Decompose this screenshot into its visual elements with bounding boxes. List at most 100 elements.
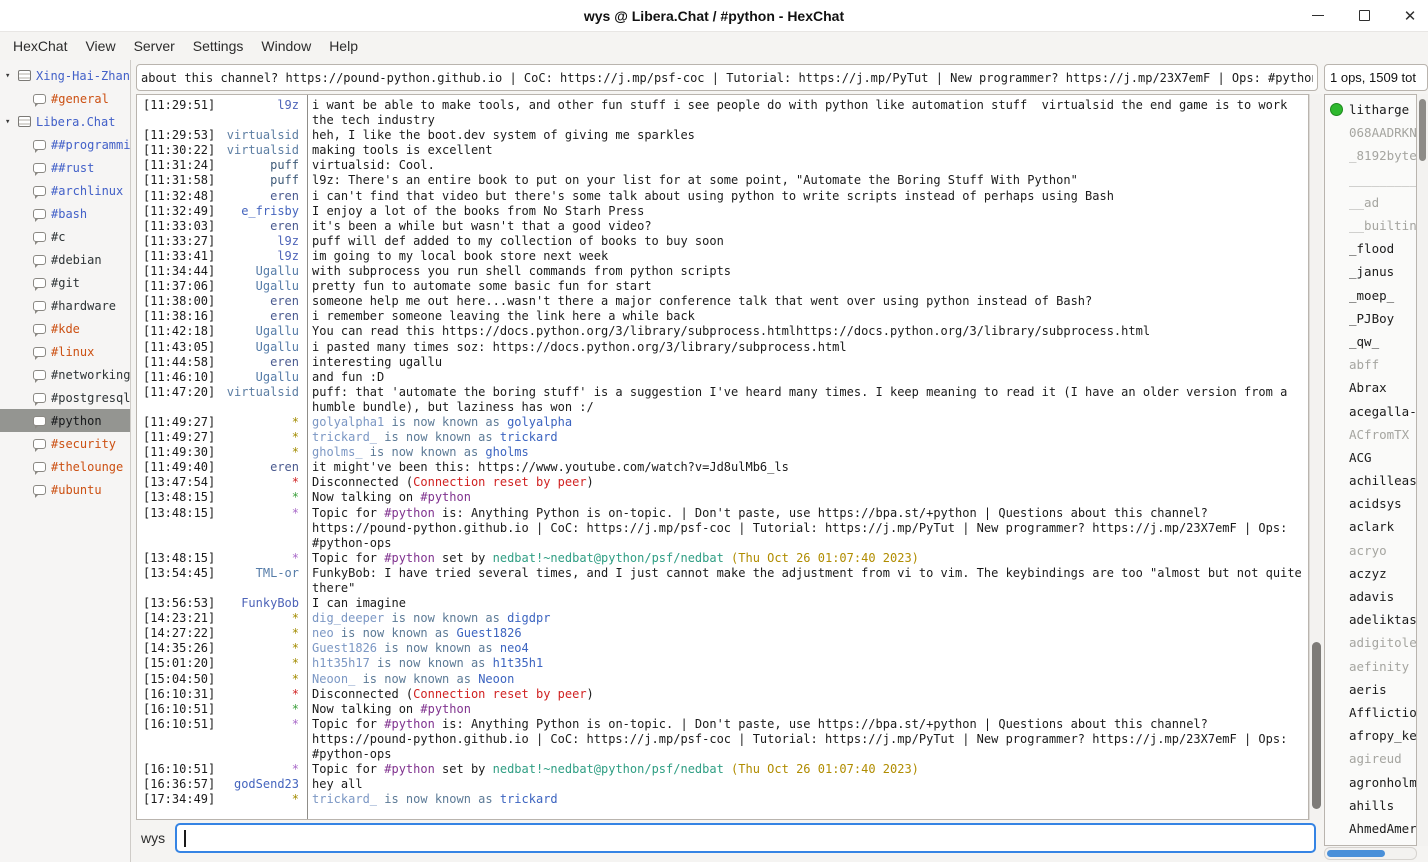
tree-channel-row[interactable]: #debian xyxy=(0,248,130,271)
user-list-item[interactable]: adigitole xyxy=(1325,631,1416,654)
nick[interactable]: * xyxy=(217,506,305,551)
user-list-item[interactable]: __________ xyxy=(1325,168,1416,191)
user-list-item[interactable]: ACG xyxy=(1325,446,1416,469)
nick[interactable]: * xyxy=(217,687,305,702)
menu-item-settings[interactable]: Settings xyxy=(184,35,253,57)
tree-channel-row[interactable]: #general xyxy=(0,87,130,110)
tree-channel-row[interactable]: #security xyxy=(0,432,130,455)
close-icon[interactable]: ✕ xyxy=(1398,4,1422,28)
nick[interactable]: * xyxy=(217,672,305,687)
topic-input[interactable] xyxy=(137,71,1317,85)
user-list-item[interactable]: afropy_ke xyxy=(1325,724,1416,747)
nick[interactable]: * xyxy=(217,611,305,626)
user-list-item[interactable]: aefinity xyxy=(1325,655,1416,678)
nick[interactable]: * xyxy=(217,415,305,430)
nick[interactable]: eren xyxy=(217,219,305,234)
user-list-item[interactable]: acegalla- xyxy=(1325,399,1416,422)
user-list-item[interactable]: _PJBoy xyxy=(1325,307,1416,330)
nick[interactable]: Ugallu xyxy=(217,370,305,385)
nick[interactable]: l9z xyxy=(217,98,305,128)
tree-channel-row[interactable]: #networking xyxy=(0,363,130,386)
nick[interactable]: * xyxy=(217,445,305,460)
nick[interactable]: virtualsid xyxy=(217,385,305,415)
nick[interactable]: eren xyxy=(217,460,305,475)
user-list-vscroll-thumb[interactable] xyxy=(1419,99,1426,161)
user-list-item[interactable]: ahills xyxy=(1325,794,1416,817)
nick[interactable]: puff xyxy=(217,173,305,188)
menu-item-hexchat[interactable]: HexChat xyxy=(4,35,76,57)
tree-channel-row[interactable]: #archlinux xyxy=(0,179,130,202)
user-list-item[interactable]: _moep_ xyxy=(1325,284,1416,307)
maximize-icon[interactable] xyxy=(1352,4,1376,28)
nick[interactable]: Ugallu xyxy=(217,279,305,294)
user-list-scrollbar-vertical[interactable] xyxy=(1417,94,1428,846)
user-list-item[interactable]: _janus xyxy=(1325,260,1416,283)
chat-messages[interactable]: [11:29:51]l9zi want be able to make tool… xyxy=(136,94,1309,820)
nick-label[interactable]: wys xyxy=(141,830,167,846)
tree-channel-row[interactable]: ##rust xyxy=(0,156,130,179)
user-list-item[interactable]: acidsys xyxy=(1325,492,1416,515)
tree-channel-row[interactable]: #linux xyxy=(0,340,130,363)
nick[interactable]: puff xyxy=(217,158,305,173)
nick[interactable]: * xyxy=(217,475,305,490)
nick[interactable]: FunkyBob xyxy=(217,596,305,611)
user-list-item[interactable]: _qw_ xyxy=(1325,330,1416,353)
nick[interactable]: Ugallu xyxy=(217,340,305,355)
tree-channel-row[interactable]: ##programming xyxy=(0,133,130,156)
user-list-item[interactable]: ACfromTX xyxy=(1325,423,1416,446)
menu-item-server[interactable]: Server xyxy=(125,35,184,57)
nick[interactable]: * xyxy=(217,656,305,671)
user-list-item[interactable]: aeris xyxy=(1325,678,1416,701)
nick[interactable]: Ugallu xyxy=(217,324,305,339)
nick[interactable]: virtualsid xyxy=(217,143,305,158)
user-list-item[interactable]: agronholm xyxy=(1325,770,1416,793)
nick[interactable]: * xyxy=(217,430,305,445)
nick[interactable]: TML-or xyxy=(217,566,305,596)
message-input[interactable] xyxy=(177,825,1314,851)
nick[interactable]: virtualsid xyxy=(217,128,305,143)
user-list-item[interactable]: agireud xyxy=(1325,747,1416,770)
user-list-item[interactable]: AhmedAmer xyxy=(1325,817,1416,840)
user-list-item[interactable]: adeliktas xyxy=(1325,608,1416,631)
user-list[interactable]: litharge068AADRKN_8192byte____________ad… xyxy=(1324,94,1417,846)
tree-channel-row[interactable]: #thelounge xyxy=(0,455,130,478)
tree-server-row[interactable]: ▾Xing-Hai-Zhan xyxy=(0,64,130,87)
user-list-item[interactable]: _8192byte xyxy=(1325,144,1416,167)
user-list-item[interactable]: _flood xyxy=(1325,237,1416,260)
nick[interactable]: godSend23 xyxy=(217,777,305,792)
tree-channel-row[interactable]: #python xyxy=(0,409,130,432)
nick[interactable]: * xyxy=(217,641,305,656)
chat-scrollbar[interactable] xyxy=(1309,94,1322,820)
tree-channel-row[interactable]: #git xyxy=(0,271,130,294)
user-list-item[interactable]: aczyz xyxy=(1325,562,1416,585)
user-list-hscroll-thumb[interactable] xyxy=(1327,850,1385,857)
nick[interactable]: e_frisby xyxy=(217,204,305,219)
expander-icon[interactable]: ▾ xyxy=(5,117,18,127)
nick[interactable]: eren xyxy=(217,355,305,370)
tree-channel-row[interactable]: #kde xyxy=(0,317,130,340)
user-list-item[interactable]: adavis xyxy=(1325,585,1416,608)
user-list-scrollbar-horizontal[interactable] xyxy=(1324,847,1417,860)
menu-item-window[interactable]: Window xyxy=(252,35,320,57)
user-list-item[interactable]: achilleas xyxy=(1325,469,1416,492)
nick[interactable]: * xyxy=(217,626,305,641)
user-list-item[interactable]: acryo xyxy=(1325,539,1416,562)
nick[interactable]: * xyxy=(217,490,305,505)
user-list-item[interactable]: __builtin xyxy=(1325,214,1416,237)
expander-icon[interactable]: ▾ xyxy=(5,71,18,81)
user-list-item[interactable]: aclark xyxy=(1325,515,1416,538)
user-list-item[interactable]: litharge xyxy=(1325,98,1416,121)
nick[interactable]: * xyxy=(217,717,305,762)
nick[interactable]: l9z xyxy=(217,249,305,264)
nick[interactable]: Ugallu xyxy=(217,264,305,279)
nick[interactable]: l9z xyxy=(217,234,305,249)
tree-channel-row[interactable]: #ubuntu xyxy=(0,478,130,501)
user-list-item[interactable]: Abrax xyxy=(1325,376,1416,399)
tree-channel-row[interactable]: #postgresql xyxy=(0,386,130,409)
user-list-item[interactable]: __ad xyxy=(1325,191,1416,214)
tree-channel-row[interactable]: #bash xyxy=(0,202,130,225)
nick[interactable]: eren xyxy=(217,309,305,324)
tree-channel-row[interactable]: #c xyxy=(0,225,130,248)
tree-channel-row[interactable]: #hardware xyxy=(0,294,130,317)
nick[interactable]: * xyxy=(217,551,305,566)
